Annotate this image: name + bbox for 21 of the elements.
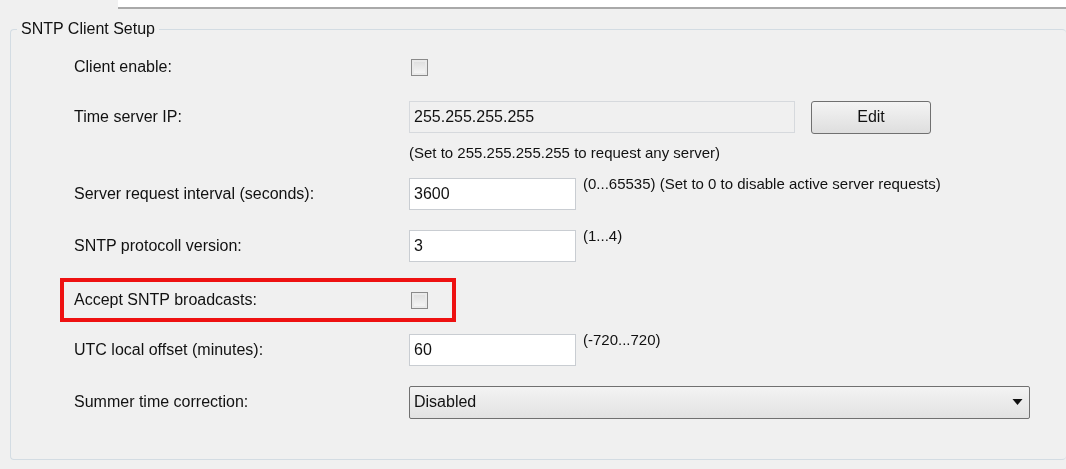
field-label: Client enable: — [74, 58, 173, 76]
ip-field[interactable]: 255.255.255.255 — [409, 101, 795, 133]
range-note: (1...4) — [583, 228, 624, 244]
field-label: Accept SNTP broadcasts: — [74, 291, 258, 309]
field-label: Server request interval (seconds): — [74, 185, 316, 203]
caret-icon — [1012, 399, 1023, 405]
field-label: SNTP protocoll version: — [74, 237, 243, 255]
field-label: UTC local offset (minutes): — [74, 341, 265, 359]
dropdown[interactable]: Disabled — [409, 385, 1030, 419]
number-field[interactable]: 60 — [409, 334, 576, 366]
edit-button[interactable]: Edit — [811, 100, 931, 134]
range-note: (0...65535) (Set to 0 to disable active server requests) — [583, 176, 942, 192]
field-label: Time server IP: — [74, 108, 183, 126]
group-title: SNTP Client Setup — [20, 20, 156, 38]
number-field[interactable]: 3600 — [409, 178, 576, 210]
field-label: Summer time correction: — [74, 393, 250, 411]
checkbox[interactable] — [411, 58, 428, 76]
range-note: (-720...720) — [583, 332, 662, 348]
number-field[interactable]: 3 — [409, 230, 576, 262]
checkbox[interactable] — [411, 291, 428, 309]
hint-text: (Set to 255.255.255.255 to request any server) — [409, 143, 721, 161]
